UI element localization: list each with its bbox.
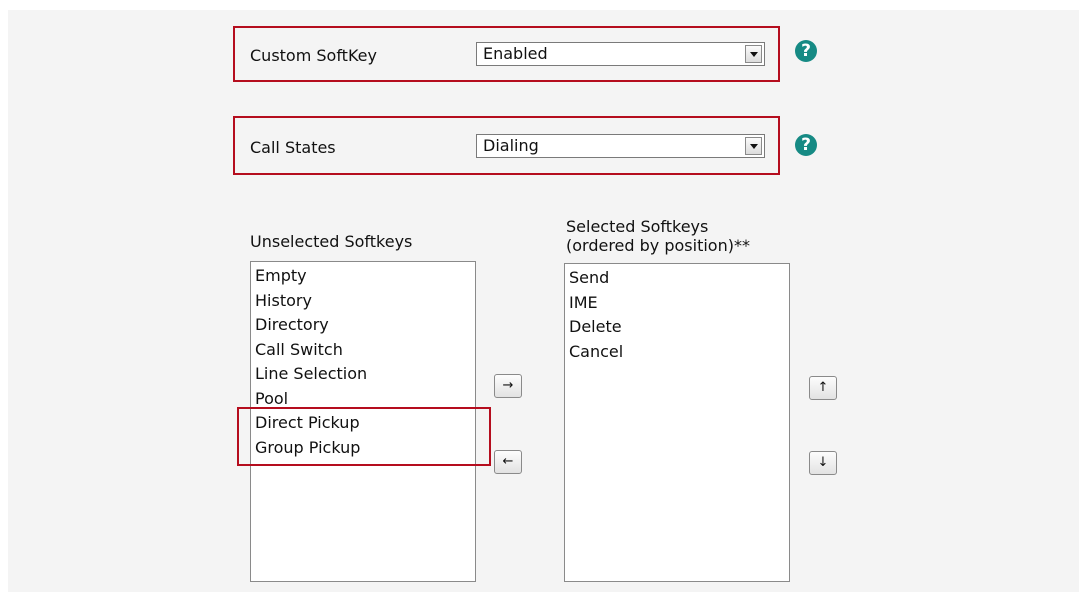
help-icon[interactable]: ? — [795, 40, 817, 62]
selected-softkeys-title-line1: Selected Softkeys — [566, 217, 709, 236]
chevron-down-icon[interactable] — [745, 137, 762, 155]
list-item[interactable]: Call Switch — [255, 338, 475, 363]
move-down-button[interactable]: ↓ — [809, 451, 837, 475]
list-item[interactable]: IME — [569, 291, 789, 316]
custom-softkey-value: Enabled — [483, 44, 548, 63]
custom-softkey-select[interactable]: Enabled — [476, 42, 765, 66]
unselected-softkeys-title: Unselected Softkeys — [250, 232, 413, 251]
custom-softkey-label: Custom SoftKey — [250, 46, 377, 65]
list-item[interactable]: History — [255, 289, 475, 314]
list-item[interactable]: Send — [569, 266, 789, 291]
list-item[interactable]: Delete — [569, 315, 789, 340]
selected-softkeys-title: Selected Softkeys (ordered by position)*… — [566, 217, 750, 255]
list-item[interactable]: Cancel — [569, 340, 789, 365]
call-states-label: Call States — [250, 138, 336, 157]
help-icon[interactable]: ? — [795, 134, 817, 156]
chevron-down-icon[interactable] — [745, 45, 762, 63]
config-panel — [8, 10, 1079, 592]
list-item[interactable]: Directory — [255, 313, 475, 338]
list-item[interactable]: Empty — [255, 264, 475, 289]
list-item[interactable]: Line Selection — [255, 362, 475, 387]
call-states-select[interactable]: Dialing — [476, 134, 765, 158]
selected-softkeys-title-line2: (ordered by position)** — [566, 236, 750, 255]
pickup-items-highlight — [237, 407, 491, 466]
selected-softkeys-list[interactable]: Send IME Delete Cancel — [564, 263, 790, 582]
move-up-button[interactable]: ↑ — [809, 376, 837, 400]
add-softkey-button[interactable]: → — [494, 374, 522, 398]
call-states-value: Dialing — [483, 136, 539, 155]
remove-softkey-button[interactable]: ← — [494, 450, 522, 474]
